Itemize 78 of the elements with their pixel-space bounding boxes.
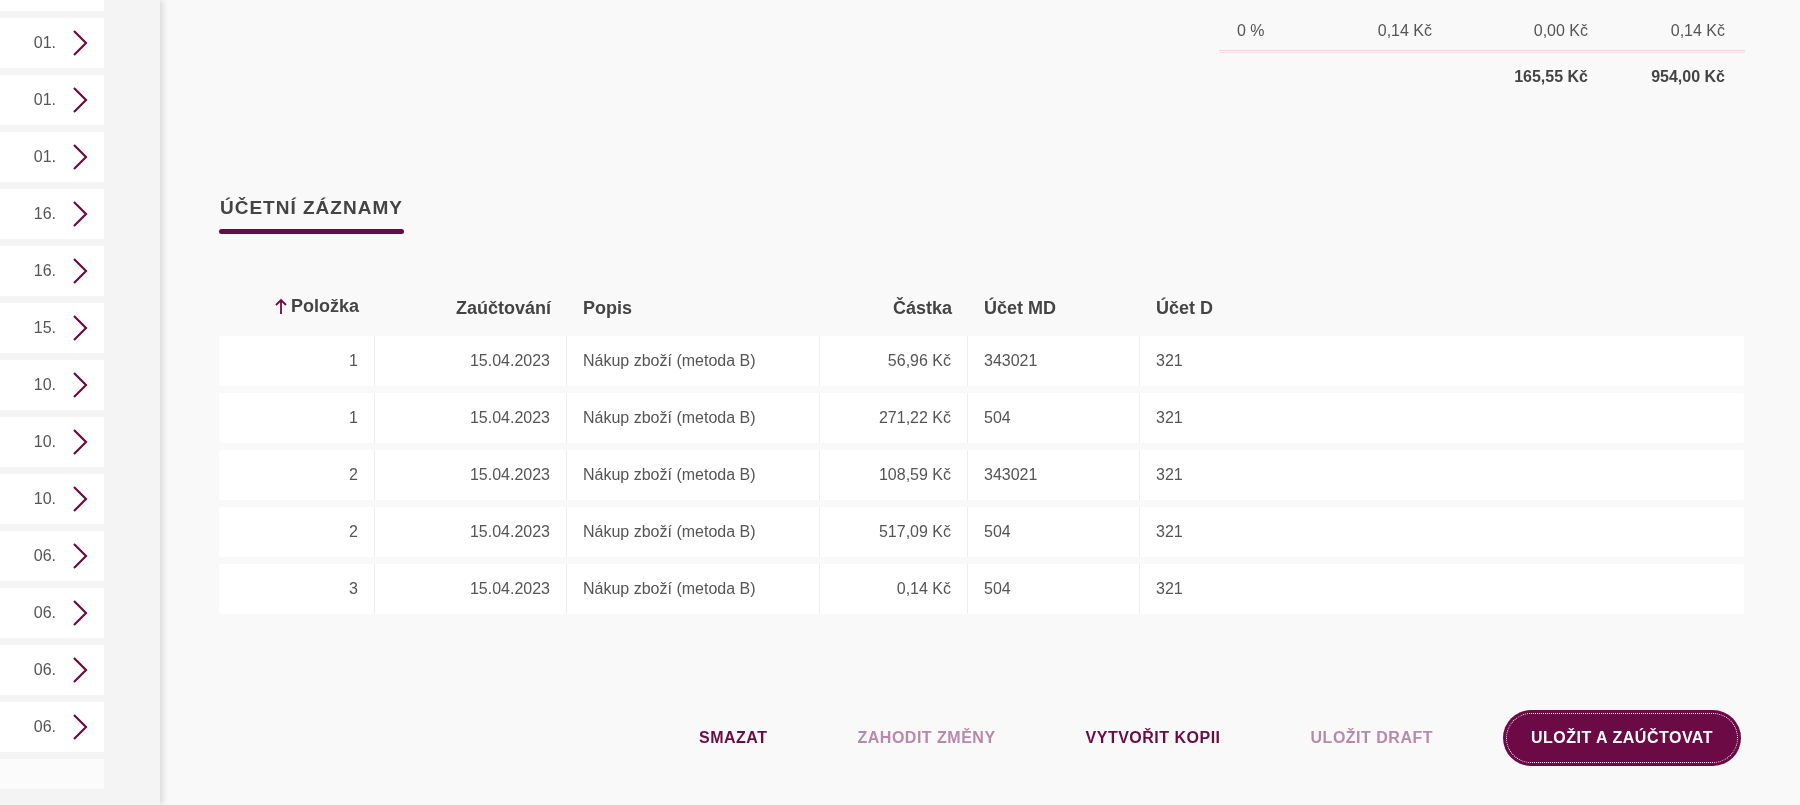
table-cell: 504 [984, 409, 1011, 427]
column-header[interactable]: Účet MD [984, 297, 1056, 319]
table-cell: 2 [349, 466, 358, 484]
chevron-right-icon [72, 372, 88, 398]
chevron-right-icon [72, 486, 88, 512]
table-cell: 15.04.2023 [469, 523, 550, 541]
table-cell: Nákup zboží (metoda B) [583, 523, 756, 541]
table-cell: 504 [984, 580, 1011, 598]
table-cell: 343021 [984, 466, 1038, 484]
list-item[interactable]: 06. [0, 531, 104, 581]
list-item[interactable]: 01. [0, 75, 104, 125]
table-cell: 517,09 Kč [878, 523, 951, 541]
list-item[interactable]: 10. [0, 417, 104, 467]
summary-cell-text: 0,14 Kč [1669, 22, 1726, 40]
table-cell: Nákup zboží (metoda B) [583, 466, 756, 484]
table-row[interactable]: 2 15.04.2023 Nákup zboží (metoda B) 517,09 Kč 504 321 [219, 507, 1744, 557]
table-row[interactable]: 1 15.04.2023 Nákup zboží (metoda B) 271,22 Kč 504 321 [219, 393, 1744, 443]
list-item[interactable]: 06. [0, 645, 104, 695]
chevron-right-icon [72, 30, 88, 56]
table-cell: 3 [349, 580, 358, 598]
list-item[interactable]: 10. [0, 474, 104, 524]
chevron-right-icon [72, 600, 88, 626]
chevron-right-icon [72, 258, 88, 284]
list-item[interactable]: 16. [0, 246, 104, 296]
column-header[interactable]: Částka [892, 297, 952, 319]
table-cell: Nákup zboží (metoda B) [583, 409, 756, 427]
table-row[interactable]: 1 15.04.2023 Nákup zboží (metoda B) 56,96 Kč 343021 321 [219, 336, 1744, 386]
total-amount: 165,55 Kč [1513, 68, 1589, 86]
chevron-right-icon [72, 144, 88, 170]
list-item[interactable]: 06. [0, 588, 104, 638]
chevron-right-icon [72, 429, 88, 455]
chevron-right-icon [72, 657, 88, 683]
chevron-right-icon [72, 543, 88, 569]
table-cell: 15.04.2023 [469, 409, 550, 427]
list-item[interactable]: 15. [0, 303, 104, 353]
arrow-up-icon [274, 298, 287, 315]
list-item[interactable]: 16. [0, 189, 104, 239]
summary-cell-text: 0 % [1236, 22, 1266, 40]
column-header[interactable]: Zaúčtování [455, 297, 551, 319]
total-amount: 954,00 Kč [1650, 68, 1726, 86]
chevron-right-icon [72, 201, 88, 227]
list-item[interactable]: 01. [0, 132, 104, 182]
column-header[interactable]: Popis [583, 297, 632, 319]
summary-cell-text: 0,14 Kč [1376, 22, 1433, 40]
action-button[interactable]: SMAZAT [679, 717, 788, 759]
chevron-right-icon [72, 714, 88, 740]
save-and-post-button[interactable]: ULOŽIT A ZAÚČTOVAT [1503, 710, 1741, 766]
table-cell: 108,59 Kč [878, 466, 951, 484]
table-cell: 1 [349, 409, 358, 427]
table-cell: 15.04.2023 [469, 352, 550, 370]
table-cell: 2 [349, 523, 358, 541]
table-cell: 271,22 Kč [878, 409, 951, 427]
table-cell: Nákup zboží (metoda B) [583, 580, 756, 598]
chevron-right-icon [72, 315, 88, 341]
table-cell: 321 [1156, 523, 1183, 541]
table-cell: 15.04.2023 [469, 466, 550, 484]
table-cell: 15.04.2023 [469, 580, 550, 598]
section-title: ÚČETNÍ ZÁZNAMY [219, 197, 404, 219]
table-cell: 504 [984, 523, 1011, 541]
table-cell: 321 [1156, 409, 1183, 427]
column-header[interactable]: Účet D [1156, 297, 1213, 319]
list-item[interactable]: 10. [0, 360, 104, 410]
column-header[interactable]: Položka [274, 296, 359, 317]
table-cell: 343021 [984, 352, 1038, 370]
list-item[interactable]: 06. [0, 702, 104, 752]
table-cell: 321 [1156, 466, 1183, 484]
summary-cell-text: 0,00 Kč [1532, 22, 1589, 40]
table-row[interactable]: 3 15.04.2023 Nákup zboží (metoda B) 0,14 Kč 504 321 [219, 564, 1744, 614]
table-cell: 321 [1156, 580, 1183, 598]
table-cell: 1 [349, 352, 358, 370]
table-cell: 321 [1156, 352, 1183, 370]
list-item[interactable]: 01. [0, 18, 104, 68]
chevron-right-icon [72, 87, 88, 113]
action-button[interactable]: VYTVOŘIT KOPII [1065, 717, 1241, 759]
table-cell: 0,14 Kč [896, 580, 951, 598]
table-row[interactable]: 2 15.04.2023 Nákup zboží (metoda B) 108,59 Kč 343021 321 [219, 450, 1744, 500]
table-cell: 56,96 Kč [887, 352, 951, 370]
table-cell: Nákup zboží (metoda B) [583, 352, 756, 370]
